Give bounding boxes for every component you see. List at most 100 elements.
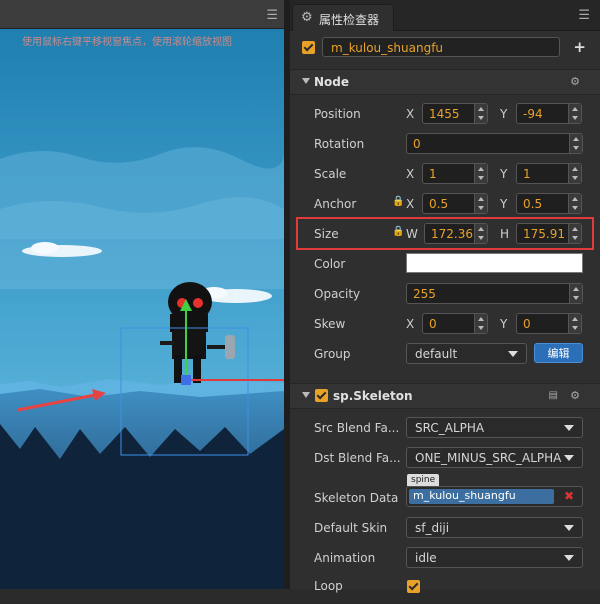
scene-panel: ☰ 使用鼠标右键平移视窗焦点，使用滚轮缩放视图 xyxy=(0,0,284,589)
rotation-input[interactable]: 0 xyxy=(406,133,583,154)
asset-chip[interactable]: m_kulou_shuangfu xyxy=(409,489,554,504)
scale-y-input[interactable]: 1 xyxy=(516,163,582,184)
default-skin-select[interactable]: sf_diji xyxy=(406,517,583,538)
opacity-label: Opacity xyxy=(314,287,361,301)
position-row: Position X 1455 Y -94 xyxy=(290,99,600,129)
size-h-input[interactable]: 175.91 xyxy=(516,223,582,244)
anchor-row: Anchor 🔒 X 0.5 Y 0.5 xyxy=(290,189,600,219)
scene-viewport[interactable] xyxy=(0,29,284,589)
collapse-triangle-icon xyxy=(302,78,310,84)
chevron-down-icon xyxy=(508,351,518,357)
skeleton-section-header[interactable]: sp.Skeleton ▤ ⚙ xyxy=(290,383,600,409)
inspector-tabbar: ⚙ 属性检查器 ☰ xyxy=(290,0,600,31)
chevron-down-icon xyxy=(564,455,574,461)
skeleton-data-row: spine Skeleton Data m_kulou_shuangfu ✖ xyxy=(290,474,600,511)
stepper-icon xyxy=(569,284,582,303)
spine-badge[interactable]: spine xyxy=(407,474,440,486)
loop-label: Loop xyxy=(314,579,343,593)
gear-icon[interactable]: ⚙ xyxy=(570,75,580,88)
opacity-row: Opacity 255 xyxy=(290,279,600,309)
color-row: Color xyxy=(290,249,600,279)
color-picker-swatch[interactable] xyxy=(406,253,583,273)
node-section-header[interactable]: Node ⚙ xyxy=(290,69,600,95)
color-label: Color xyxy=(314,257,346,271)
skeleton-enabled-checkbox[interactable] xyxy=(315,389,328,402)
x-axis-label: X xyxy=(406,317,415,331)
chevron-down-icon xyxy=(564,425,574,431)
dst-blend-select[interactable]: ONE_MINUS_SRC_ALPHA xyxy=(406,447,583,468)
rotation-label: Rotation xyxy=(314,137,365,151)
edit-group-button[interactable]: 编辑 xyxy=(534,343,583,363)
position-label: Position xyxy=(314,107,361,121)
node-name-input[interactable]: m_kulou_shuangfu xyxy=(322,37,560,57)
rotation-row: Rotation 0 xyxy=(290,129,600,159)
anchor-label: Anchor xyxy=(314,197,357,211)
tab-label: 属性检查器 xyxy=(319,13,380,27)
size-w-input[interactable]: 172.36 xyxy=(424,223,488,244)
loop-checkbox[interactable] xyxy=(407,580,420,593)
animation-select[interactable]: idle xyxy=(406,547,583,568)
stepper-icon xyxy=(569,134,582,153)
group-select[interactable]: default xyxy=(406,343,527,364)
stepper-icon xyxy=(568,314,581,333)
lock-icon[interactable]: 🔒 xyxy=(392,196,404,207)
y-axis-label: Y xyxy=(500,107,508,121)
stepper-icon xyxy=(474,194,487,213)
size-row: Size 🔒 W 172.36 H 175.91 xyxy=(290,219,600,249)
node-active-checkbox[interactable] xyxy=(302,41,315,54)
help-book-icon[interactable]: ▤ xyxy=(549,390,558,401)
tab-inspector[interactable]: ⚙ 属性检查器 xyxy=(292,4,394,31)
clear-icon[interactable]: ✖ xyxy=(564,489,574,503)
skeleton-data-field[interactable]: m_kulou_shuangfu ✖ xyxy=(406,486,583,507)
dst-blend-row: Dst Blend Fa... ONE_MINUS_SRC_ALPHA xyxy=(290,443,600,473)
opacity-input[interactable]: 255 xyxy=(406,283,583,304)
src-blend-label: Src Blend Fa... xyxy=(314,421,400,435)
scale-x-input[interactable]: 1 xyxy=(422,163,488,184)
anchor-y-input[interactable]: 0.5 xyxy=(516,193,582,214)
skew-row: Skew X 0 Y 0 xyxy=(290,309,600,339)
add-component-icon[interactable]: + xyxy=(573,38,586,56)
default-skin-row: Default Skin sf_diji xyxy=(290,513,600,543)
animation-label: Animation xyxy=(314,551,376,565)
lock-icon[interactable]: 🔒 xyxy=(392,226,404,237)
gear-icon[interactable]: ⚙ xyxy=(570,389,580,402)
skew-label: Skew xyxy=(314,317,346,331)
y-axis-label: Y xyxy=(500,317,508,331)
stepper-icon xyxy=(474,104,487,123)
chevron-down-icon xyxy=(564,525,574,531)
stepper-icon xyxy=(568,104,581,123)
x-axis-label: X xyxy=(406,197,415,211)
scale-label: Scale xyxy=(314,167,347,181)
dst-blend-label: Dst Blend Fa... xyxy=(314,451,401,465)
position-y-input[interactable]: -94 xyxy=(516,103,582,124)
skew-x-input[interactable]: 0 xyxy=(422,313,488,334)
stepper-icon xyxy=(474,224,487,243)
menu-icon[interactable]: ☰ xyxy=(266,8,278,23)
group-row: Group default 编辑 xyxy=(290,339,600,369)
size-label: Size xyxy=(314,227,339,241)
x-axis-label: X xyxy=(406,107,415,121)
position-x-input[interactable]: 1455 xyxy=(422,103,488,124)
loop-row: Loop xyxy=(290,574,600,604)
scene-hint: 使用鼠标右键平移视窗焦点，使用滚轮缩放视图 xyxy=(22,37,232,48)
y-axis-label: Y xyxy=(500,167,508,181)
src-blend-row: Src Blend Fa... SRC_ALPHA xyxy=(290,413,600,443)
anchor-x-input[interactable]: 0.5 xyxy=(422,193,488,214)
gear-icon: ⚙ xyxy=(301,10,313,25)
section-title: Node xyxy=(314,75,350,89)
src-blend-select[interactable]: SRC_ALPHA xyxy=(406,417,583,438)
skew-y-input[interactable]: 0 xyxy=(516,313,582,334)
stepper-icon xyxy=(474,164,487,183)
x-axis-label: X xyxy=(406,167,415,181)
menu-icon[interactable]: ☰ xyxy=(578,8,590,23)
scale-row: Scale X 1 Y 1 xyxy=(290,159,600,189)
scene-toolbar: ☰ xyxy=(0,0,284,29)
stepper-icon xyxy=(474,314,487,333)
animation-row: Animation idle xyxy=(290,543,600,573)
inspector-panel: ⚙ 属性检查器 ☰ m_kulou_shuangfu + Node ⚙ Posi… xyxy=(290,0,600,593)
scene-canvas xyxy=(0,29,284,589)
y-axis-label: Y xyxy=(500,197,508,211)
stepper-icon xyxy=(568,164,581,183)
collapse-triangle-icon xyxy=(302,392,310,398)
w-axis-label: W xyxy=(406,227,418,241)
